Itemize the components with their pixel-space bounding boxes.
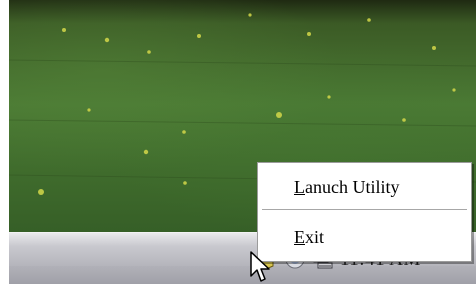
menu-item-label: xit: [305, 226, 325, 247]
tray-context-menu: Lanuch Utility Exit: [257, 162, 472, 262]
desktop-screen: 11:41 AM Lanuch Utility Exit: [0, 0, 476, 284]
mouse-cursor-icon: [250, 251, 272, 284]
exit-menu-item[interactable]: Exit: [258, 221, 471, 253]
screen-edge: [0, 0, 9, 284]
menu-item-mnemonic: E: [294, 226, 305, 247]
launch-utility-menu-item[interactable]: Lanuch Utility: [258, 171, 471, 203]
menu-item-mnemonic: L: [294, 176, 305, 197]
menu-separator: [262, 209, 467, 211]
menu-item-label: anuch Utility: [305, 176, 400, 197]
